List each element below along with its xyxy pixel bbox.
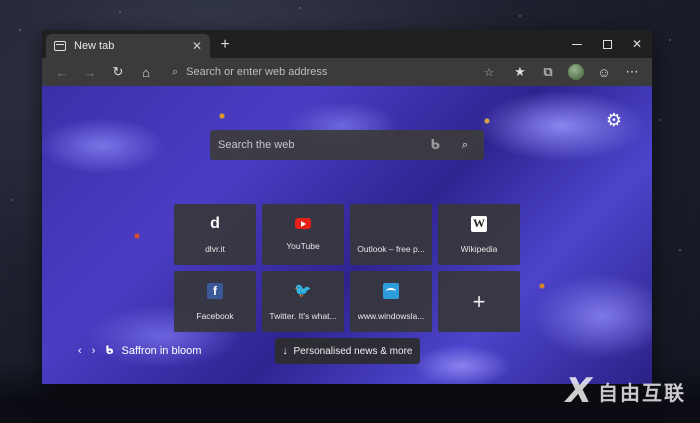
chevron-right-icon[interactable]: › <box>92 345 96 357</box>
watermark-logo: X <box>565 371 592 411</box>
tile-label: Wikipedia <box>460 243 498 254</box>
windows-central-icon <box>383 282 399 299</box>
quick-link-tile[interactable]: d dlvr.it <box>174 204 256 265</box>
feedback-button[interactable]: ☺ <box>590 60 618 84</box>
youtube-icon <box>295 218 311 229</box>
photo-caption[interactable]: Saffron in bloom <box>122 345 202 357</box>
favorite-star-icon[interactable]: ☆ <box>484 66 494 79</box>
tile-label: YouTube <box>286 241 320 251</box>
tile-label: dlvr.it <box>205 243 225 254</box>
address-bar[interactable]: ⌕ Search or enter web address ☆ <box>166 61 500 83</box>
add-icon: + <box>472 288 486 314</box>
gear-icon[interactable]: ⚙ <box>606 110 622 131</box>
forward-button[interactable]: → <box>76 60 104 84</box>
search-icon: ⌕ <box>172 65 179 78</box>
maximize-icon <box>602 39 612 49</box>
close-tab-icon[interactable]: ✕ <box>192 39 202 53</box>
tab-new-tab[interactable]: New tab ✕ <box>46 34 210 58</box>
avatar <box>568 64 584 80</box>
quick-link-tile[interactable]: YouTube <box>262 204 344 265</box>
tab-title: New tab <box>74 40 115 52</box>
wikipedia-icon: W <box>471 215 487 232</box>
web-search-box[interactable]: Search the web ᑲ ⌕ <box>210 130 484 160</box>
quick-link-tile[interactable]: Outlook – free p... <box>350 204 432 265</box>
news-button-label: Personalised news & more <box>293 345 413 357</box>
tile-label: www.windowsla... <box>357 310 425 321</box>
collections-button[interactable]: ⧉ <box>534 60 562 84</box>
back-button[interactable]: ← <box>48 60 76 84</box>
site-watermark: X 自由互联 <box>566 371 686 411</box>
quick-links-grid: d dlvr.it YouTube Outlook – free p... W … <box>174 204 520 332</box>
quick-link-tile[interactable]: f Facebook <box>174 271 256 332</box>
tile-label: Outlook – free p... <box>357 243 425 254</box>
tile-label: Twitter. It's what... <box>269 310 337 321</box>
arrow-down-icon: ↓ <box>282 345 288 357</box>
watermark-text: 自由互联 <box>598 380 686 405</box>
minimize-icon <box>572 43 582 45</box>
dlvr-icon: d <box>210 214 220 232</box>
title-bar: New tab ✕ + ✕ <box>42 30 652 58</box>
window-controls: ✕ <box>562 30 652 58</box>
chevron-left-icon[interactable]: ‹ <box>78 345 82 357</box>
favorites-button[interactable]: ★ <box>506 60 534 84</box>
refresh-button[interactable]: ↻ <box>104 60 132 84</box>
new-tab-page: ⚙ Search the web ᑲ ⌕ d dlvr.it YouTube O… <box>42 86 652 384</box>
new-tab-button[interactable]: + <box>214 34 236 56</box>
new-tab-page-icon <box>54 41 66 51</box>
more-menu-button[interactable]: ⋯ <box>618 60 646 84</box>
maximize-button[interactable] <box>592 30 622 58</box>
facebook-icon: f <box>207 282 223 299</box>
bing-icon: ᑲ <box>430 137 440 153</box>
edge-browser-window: New tab ✕ + ✕ ← → ↻ ⌂ ⌕ Search or enter … <box>42 30 652 384</box>
search-icon[interactable]: ⌕ <box>454 134 476 156</box>
bing-icon: ᑲ <box>105 344 114 357</box>
close-window-button[interactable]: ✕ <box>622 30 652 58</box>
profile-button[interactable] <box>562 60 590 84</box>
personalised-news-button[interactable]: ↓ Personalised news & more <box>275 338 420 364</box>
navigation-toolbar: ← → ↻ ⌂ ⌕ Search or enter web address ☆ … <box>42 58 652 86</box>
quick-link-tile[interactable]: W Wikipedia <box>438 204 520 265</box>
quick-link-tile[interactable]: 🐦 Twitter. It's what... <box>262 271 344 332</box>
home-button[interactable]: ⌂ <box>132 60 160 84</box>
quick-link-tile[interactable]: www.windowsla... <box>350 271 432 332</box>
tile-label: Facebook <box>196 310 234 321</box>
search-input[interactable]: Search the web <box>218 139 430 151</box>
minimize-button[interactable] <box>562 30 592 58</box>
twitter-icon: 🐦 <box>294 282 312 298</box>
add-quick-link-button[interactable]: + <box>438 271 520 332</box>
address-placeholder: Search or enter web address <box>186 66 328 78</box>
microsoft-icon <box>383 216 399 232</box>
background-photo-info: ‹ › ᑲ Saffron in bloom <box>78 344 211 357</box>
